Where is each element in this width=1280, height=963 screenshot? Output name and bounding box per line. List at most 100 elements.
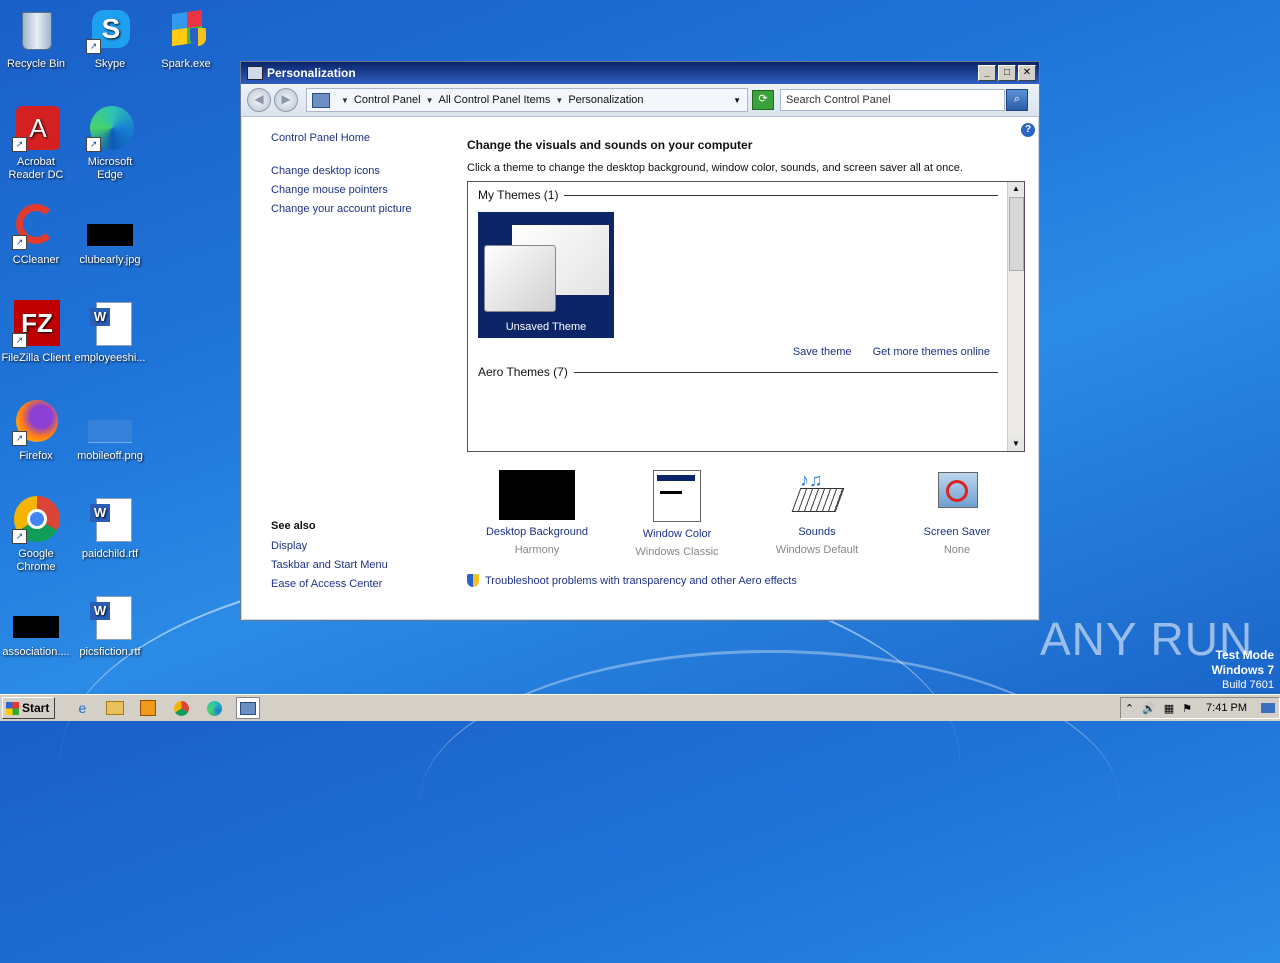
- save-theme-link[interactable]: Save theme: [793, 346, 852, 358]
- nav-change-mouse-pointers[interactable]: Change mouse pointers: [271, 184, 451, 196]
- see-also-taskbar[interactable]: Taskbar and Start Menu: [271, 559, 388, 571]
- breadcrumb-personalization[interactable]: Personalization: [568, 94, 643, 106]
- volume-icon[interactable]: 🔊: [1142, 702, 1156, 715]
- back-button[interactable]: ◀: [247, 88, 271, 112]
- desktop-background-icon: [499, 470, 575, 520]
- firefox-icon: ↗: [12, 398, 60, 446]
- scroll-down-icon[interactable]: ▼: [1008, 437, 1024, 451]
- show-desktop-icon[interactable]: [1261, 703, 1275, 713]
- desktop-icon-association[interactable]: association....: [0, 594, 72, 659]
- breadcrumb-control-panel[interactable]: Control Panel: [354, 94, 421, 106]
- window-titlebar[interactable]: Personalization _ □ ✕: [241, 62, 1039, 84]
- start-button[interactable]: Start: [2, 697, 56, 719]
- window-title: Personalization: [267, 66, 356, 80]
- chevron-down-icon[interactable]: ▼: [555, 96, 563, 105]
- test-mode-line3: Build 7601: [1222, 679, 1274, 691]
- desktop-icon-clubearly[interactable]: clubearly.jpg: [74, 202, 146, 267]
- address-dropdown-icon[interactable]: ▼: [733, 96, 741, 105]
- desktop-icon-filezilla[interactable]: FZ ↗ FileZilla Client: [0, 300, 72, 365]
- theme-list[interactable]: My Themes (1) Unsaved Theme Save theme G…: [467, 181, 1025, 452]
- screen-saver-icon: [934, 470, 980, 520]
- sounds-setting[interactable]: ♪♫ Sounds Windows Default: [747, 470, 887, 558]
- desktop-background-label[interactable]: Desktop Background: [467, 526, 607, 538]
- system-tray: ⌃ 🔊 ▦ ⚑ 7:41 PM: [1119, 697, 1280, 719]
- file-explorer-icon[interactable]: [104, 698, 126, 718]
- desktop-icon-ccleaner[interactable]: ↗ CCleaner: [0, 202, 72, 267]
- desktop-background-setting[interactable]: Desktop Background Harmony: [467, 470, 607, 558]
- see-also-display[interactable]: Display: [271, 540, 388, 552]
- theme-unsaved[interactable]: Unsaved Theme: [478, 212, 614, 338]
- skype-icon: S ↗: [86, 6, 134, 54]
- aero-themes-header: Aero Themes (7): [478, 365, 998, 379]
- desktop-icon-acrobat[interactable]: A ↗ Acrobat Reader DC: [0, 104, 72, 182]
- screen-saver-value: None: [943, 544, 971, 556]
- desktop-icon-skype[interactable]: S ↗ Skype: [74, 6, 146, 71]
- refresh-button[interactable]: ⟳: [752, 90, 774, 110]
- help-icon[interactable]: ?: [1021, 123, 1035, 137]
- search-input[interactable]: Search Control Panel: [780, 89, 1005, 111]
- desktop-icon-employeeshi[interactable]: W employeeshi...: [74, 300, 146, 365]
- control-panel-icon: [247, 66, 263, 80]
- desktop-icon-recycle-bin[interactable]: Recycle Bin: [0, 6, 72, 71]
- address-bar: ◀ ▶ ▼ Control Panel ▼ All Control Panel …: [241, 84, 1039, 117]
- window-color-label[interactable]: Window Color: [607, 528, 747, 540]
- close-button[interactable]: ✕: [1018, 65, 1036, 81]
- forward-button[interactable]: ▶: [274, 88, 298, 112]
- action-center-flag-icon[interactable]: ⚑: [1182, 702, 1192, 715]
- window-color-setting[interactable]: Window Color Windows Classic: [607, 470, 747, 558]
- left-nav: Control Panel Home Change desktop icons …: [271, 132, 451, 222]
- desktop-icon-firefox[interactable]: ↗ Firefox: [0, 398, 72, 463]
- taskbar: Start e ⌃ 🔊 ▦ ⚑ 7:41 PM: [0, 694, 1280, 721]
- get-more-themes-link[interactable]: Get more themes online: [873, 346, 990, 358]
- test-mode-notice: Test Mode Windows 7 Build 7601: [1211, 648, 1274, 692]
- scroll-up-icon[interactable]: ▲: [1008, 182, 1024, 196]
- internet-explorer-icon[interactable]: e: [71, 698, 93, 718]
- word-doc-icon: W: [86, 594, 134, 642]
- sounds-label[interactable]: Sounds: [747, 526, 887, 538]
- filezilla-icon: FZ ↗: [12, 300, 60, 348]
- chevron-down-icon[interactable]: ▼: [426, 96, 434, 105]
- troubleshoot-link[interactable]: Troubleshoot problems with transparency …: [467, 574, 797, 587]
- breadcrumb-all-items[interactable]: All Control Panel Items: [439, 94, 551, 106]
- recycle-bin-icon: [12, 6, 60, 54]
- screen-saver-setting[interactable]: Screen Saver None: [887, 470, 1027, 558]
- chevron-down-icon[interactable]: ▼: [341, 96, 349, 105]
- edge-taskbar-icon[interactable]: [203, 698, 225, 718]
- media-player-icon[interactable]: [137, 698, 159, 718]
- see-also-ease-of-access[interactable]: Ease of Access Center: [271, 578, 388, 590]
- desktop-icon-picsfiction[interactable]: W picsfiction.rtf: [74, 594, 146, 659]
- troubleshoot-label[interactable]: Troubleshoot problems with transparency …: [485, 575, 797, 587]
- chrome-taskbar-icon[interactable]: [170, 698, 192, 718]
- scroll-thumb[interactable]: [1009, 197, 1024, 271]
- search-icon[interactable]: ⌕: [1006, 89, 1028, 111]
- desktop-icon-edge[interactable]: ↗ Microsoft Edge: [74, 104, 146, 182]
- clock[interactable]: 7:41 PM: [1206, 702, 1247, 714]
- tray-expand-icon[interactable]: ⌃: [1125, 702, 1134, 715]
- main-header: Change the visuals and sounds on your co…: [467, 138, 963, 174]
- theme-scrollbar[interactable]: ▲ ▼: [1007, 182, 1024, 451]
- chrome-icon: ↗: [12, 496, 60, 544]
- breadcrumb[interactable]: ▼ Control Panel ▼ All Control Panel Item…: [306, 88, 748, 112]
- image-file-icon: [86, 398, 134, 446]
- nav-change-desktop-icons[interactable]: Change desktop icons: [271, 165, 451, 177]
- my-themes-label: My Themes (1): [478, 188, 559, 202]
- window-color-value: Windows Classic: [635, 546, 719, 558]
- screen-saver-label[interactable]: Screen Saver: [887, 526, 1027, 538]
- nav-control-panel-home[interactable]: Control Panel Home: [271, 132, 451, 144]
- minimize-button[interactable]: _: [978, 65, 996, 81]
- window-color-icon: [653, 470, 701, 522]
- sounds-icon: ♪♫: [791, 470, 845, 520]
- nav-change-account-picture[interactable]: Change your account picture: [271, 203, 451, 215]
- desktop-icon-spark[interactable]: Spark.exe: [150, 6, 222, 71]
- desktop-icon-mobileoff[interactable]: mobileoff.png: [74, 398, 146, 463]
- edge-icon: ↗: [86, 104, 134, 152]
- control-panel-icon: [312, 92, 330, 108]
- desktop-icon-chrome[interactable]: ↗ Google Chrome: [0, 496, 72, 574]
- word-doc-icon: W: [86, 300, 134, 348]
- see-also: See also Display Taskbar and Start Menu …: [271, 520, 388, 597]
- maximize-button[interactable]: □: [998, 65, 1016, 81]
- control-panel-taskbar-icon[interactable]: [236, 697, 261, 719]
- theme-preview-front: [484, 245, 556, 312]
- desktop-icon-paidchild[interactable]: W paidchild.rtf: [74, 496, 146, 561]
- network-icon[interactable]: ▦: [1164, 702, 1174, 715]
